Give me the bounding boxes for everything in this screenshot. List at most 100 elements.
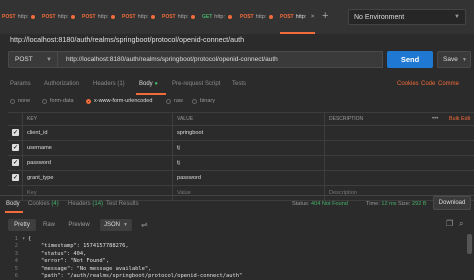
chevron-down-icon: ▼ <box>454 14 460 20</box>
close-tab-icon[interactable]: ✕ <box>310 14 315 20</box>
more-options-icon[interactable]: ••• <box>432 113 438 125</box>
tab-label: http: <box>214 14 225 20</box>
view-preview-button[interactable]: Preview <box>63 219 95 231</box>
tab-label: http: <box>57 14 69 20</box>
tab-label: http: <box>295 14 307 20</box>
cookies-count: (4) <box>51 201 59 207</box>
request-tab[interactable]: GET http: <box>202 2 232 32</box>
chevron-down-icon: ▼ <box>123 222 128 228</box>
code-text: { <box>28 236 32 242</box>
row-value[interactable]: password <box>172 171 324 185</box>
radio-circle-icon <box>42 98 47 104</box>
radio-urlencoded[interactable]: x-www-form-urlencoded <box>86 98 152 104</box>
line-number: 4 <box>14 258 18 265</box>
row-checkbox[interactable]: ✓ <box>12 174 19 181</box>
status-value: 404 Not Found <box>310 201 348 207</box>
tab-method: POST <box>2 14 16 20</box>
download-button[interactable]: Download <box>433 196 471 210</box>
method-label: POST <box>15 56 33 63</box>
tab-authorization[interactable]: Authorization <box>44 81 79 87</box>
row-value[interactable]: springboot <box>172 126 324 140</box>
format-select[interactable]: JSON ▼ <box>100 219 132 231</box>
radio-binary[interactable]: binary <box>192 98 215 104</box>
tab-params[interactable]: Params <box>10 81 31 87</box>
response-tab-cookies[interactable]: Cookies (4) <box>28 201 59 207</box>
response-tab-tests[interactable]: Test Results <box>106 201 139 207</box>
row-key[interactable]: client_id <box>22 126 172 140</box>
scrollbar[interactable] <box>467 234 472 254</box>
unsaved-dot-icon <box>71 15 76 19</box>
request-tab[interactable]: POST http: <box>240 2 274 32</box>
chevron-down-icon: ▼ <box>46 56 52 63</box>
cookies-link[interactable]: Cookies <box>397 81 419 87</box>
response-tab-headers[interactable]: Headers (14) <box>68 201 103 207</box>
tab-method: POST <box>162 14 176 20</box>
wrap-lines-icon[interactable]: ⇌ <box>141 220 151 230</box>
request-tab[interactable]: POST http: <box>162 2 196 32</box>
active-tab-indicator <box>5 211 23 213</box>
row-description[interactable] <box>324 141 474 155</box>
comments-link[interactable]: Comme <box>438 81 459 87</box>
code-text: "message": "No message available", <box>28 265 152 272</box>
method-select[interactable]: POST ▼ <box>8 51 58 68</box>
tab-method: POST <box>280 14 294 20</box>
copy-icon[interactable]: ❐ <box>446 219 453 228</box>
headers-label: Headers <box>68 201 91 207</box>
request-tab[interactable]: POST http: <box>122 2 156 32</box>
radio-circle-icon <box>166 98 171 104</box>
code-line: 3 "status": 404, <box>6 251 474 258</box>
radio-form-data[interactable]: form-data <box>42 98 74 104</box>
size-label: Size: <box>398 201 411 207</box>
search-icon[interactable]: ⌕ <box>459 219 463 229</box>
tab-body[interactable]: Body ● <box>139 81 158 87</box>
view-pretty-button[interactable]: Pretty <box>8 219 36 231</box>
tab-prerequest-script[interactable]: Pre-request Script <box>172 81 220 87</box>
row-checkbox[interactable]: ✓ <box>12 159 19 166</box>
tab-tests[interactable]: Tests <box>232 81 246 87</box>
new-tab-button[interactable]: + <box>322 10 328 22</box>
save-button[interactable]: Save ▼ <box>437 51 471 68</box>
row-description[interactable] <box>324 126 474 140</box>
unsaved-dot-icon <box>227 15 232 19</box>
row-key[interactable]: grant_type <box>22 171 172 185</box>
request-tab[interactable]: POST http: <box>2 2 36 32</box>
request-tab-active[interactable]: POST http: ✕ <box>280 2 315 34</box>
row-value[interactable]: tj <box>172 141 324 155</box>
time-label: Time: <box>366 201 380 207</box>
send-button[interactable]: Send <box>387 51 433 68</box>
time-readout: Time: 12 ms <box>366 201 397 207</box>
response-tab-body[interactable]: Body <box>6 201 20 207</box>
time-value: 12 ms <box>381 201 397 207</box>
row-checkbox[interactable]: ✓ <box>12 144 19 151</box>
code-text: "error": "Not Found", <box>28 258 110 265</box>
response-body-code[interactable]: 1 ▾{ 2 "timestamp": 1574157788276, 3 "sta… <box>6 236 474 280</box>
row-description[interactable] <box>324 156 474 170</box>
header-description: DESCRIPTION <box>324 113 428 125</box>
request-tab[interactable]: POST http: <box>42 2 76 32</box>
chevron-down-icon[interactable]: ▼ <box>462 57 467 63</box>
size-readout: Size: 292 B <box>398 201 427 207</box>
bulk-edit-link[interactable]: Bulk Edit <box>449 113 470 125</box>
radio-selected-icon <box>86 98 91 104</box>
radio-label: binary <box>200 98 215 104</box>
row-description[interactable] <box>324 171 474 185</box>
view-raw-button[interactable]: Raw <box>39 219 59 231</box>
radio-label: none <box>18 98 31 104</box>
row-value[interactable]: tj <box>172 156 324 170</box>
code-text: "timestamp": 1574157788276, <box>28 243 129 250</box>
request-tab[interactable]: POST http: <box>82 2 116 32</box>
environment-select[interactable]: No Environment ▼ <box>348 9 466 25</box>
row-key[interactable]: username <box>22 141 172 155</box>
radio-raw[interactable]: raw <box>166 98 183 104</box>
code-link[interactable]: Code <box>421 81 435 87</box>
tab-method: POST <box>42 14 56 20</box>
tab-method: GET <box>202 14 213 20</box>
row-checkbox[interactable]: ✓ <box>12 129 19 136</box>
tab-headers[interactable]: Headers (1) <box>93 81 125 87</box>
url-input[interactable] <box>58 51 383 68</box>
radio-label: x-www-form-urlencoded <box>94 98 153 104</box>
tab-label: http: <box>177 14 189 20</box>
cookies-label: Cookies <box>28 201 50 207</box>
radio-none[interactable]: none <box>10 98 30 104</box>
row-key[interactable]: password <box>22 156 172 170</box>
